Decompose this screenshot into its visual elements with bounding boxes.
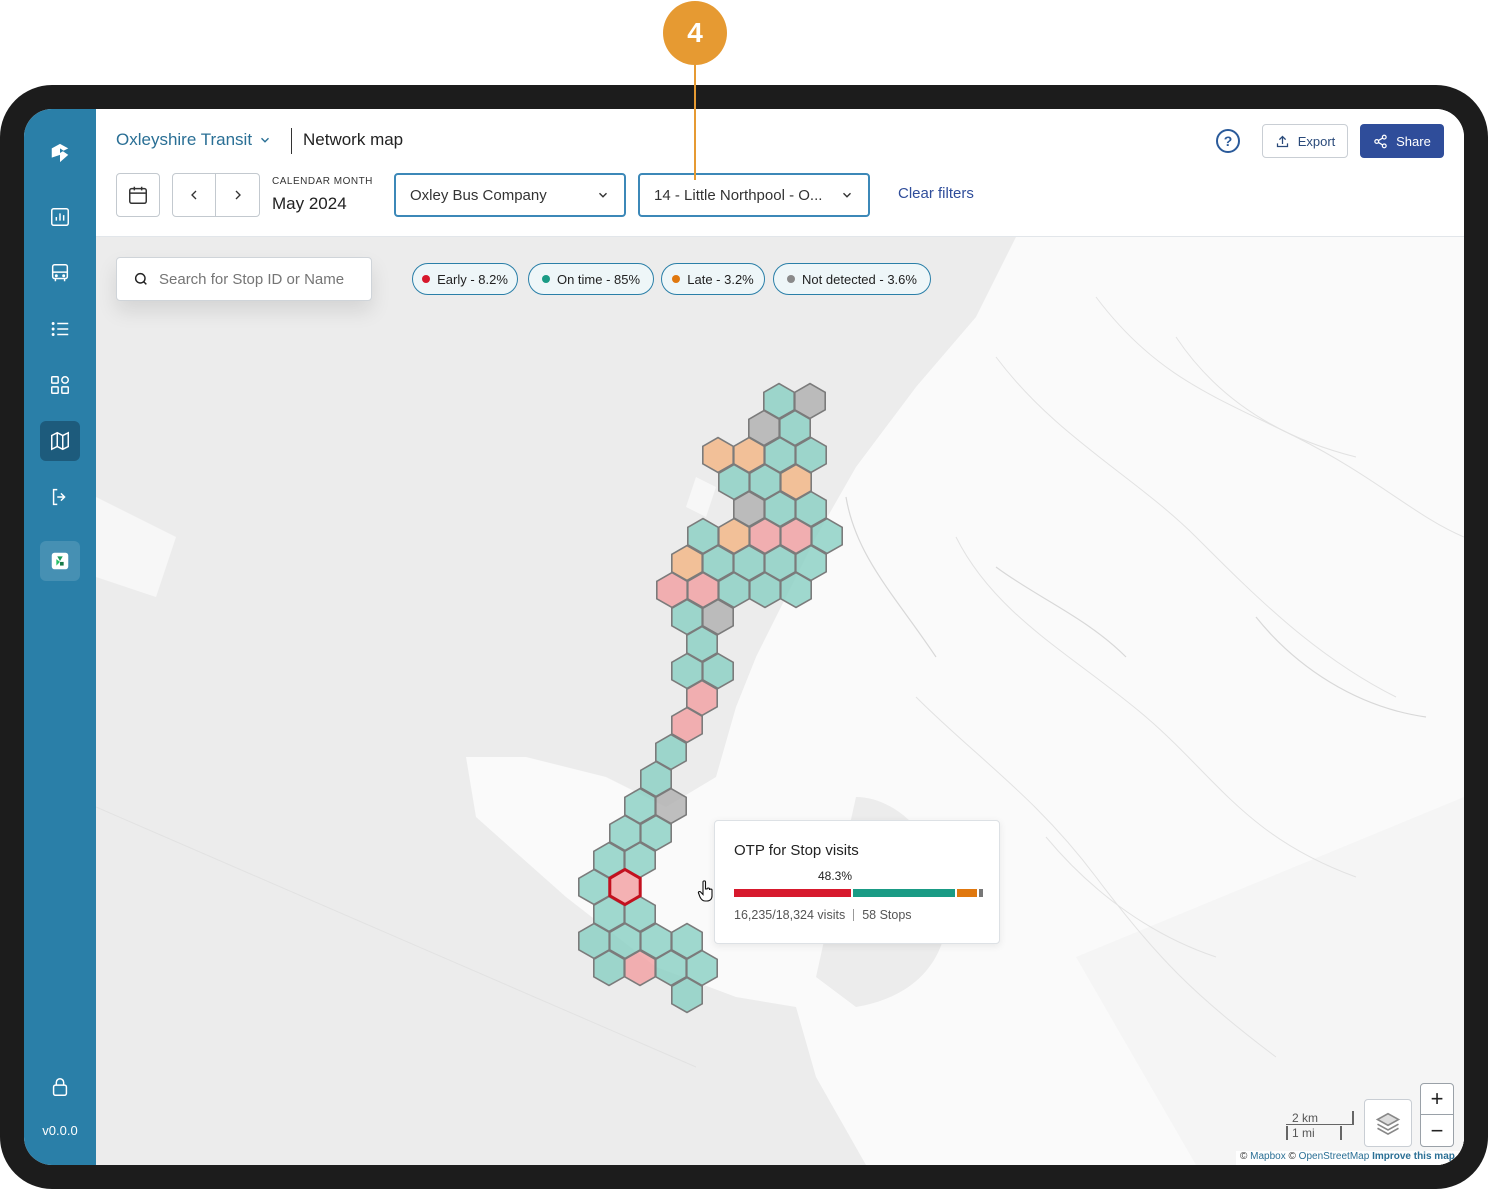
stop-hexagon-layer — [577, 382, 844, 1014]
map-icon[interactable] — [40, 421, 80, 461]
share-icon — [1374, 134, 1387, 148]
legend-late[interactable]: Late - 3.2% — [661, 263, 765, 295]
legend-on-time-label: On time - 85% — [556, 271, 641, 287]
stop-hexagon[interactable] — [592, 949, 626, 987]
prev-month-button[interactable] — [173, 174, 217, 216]
otp-bar-segment-early — [734, 889, 852, 897]
late-dot — [672, 275, 681, 283]
tooltip-summary: 16,235/18,324 visits 58 Stops — [734, 908, 912, 922]
zoom-in-button[interactable]: + — [1421, 1084, 1453, 1115]
month-nav — [172, 173, 260, 217]
share-label: Share — [1396, 133, 1431, 149]
calendar-button[interactable] — [116, 173, 160, 217]
page-title: Network map — [303, 130, 404, 149]
network-map[interactable]: Early - 8.2% On time - 85% Late - 3.2% N… — [96, 237, 1464, 1165]
bus-icon[interactable] — [40, 253, 80, 293]
operator-value: Oxley Bus Company — [410, 186, 547, 204]
map-scale: 2 km 1 mi — [1286, 1111, 1356, 1145]
calendar-month-value: May 2024 — [272, 194, 347, 213]
attrib-copyright: © — [1288, 1151, 1296, 1162]
clear-filters-link[interactable]: Clear filters — [898, 185, 974, 202]
legend-not-detected-label: Not detected - 3.6% — [802, 271, 917, 287]
summary-divider — [853, 909, 855, 921]
zoom-controls: + − — [1420, 1083, 1454, 1147]
header: Oxleyshire Transit Network map ? Export … — [96, 109, 1464, 237]
tooltip-title: OTP for Stop visits — [734, 842, 859, 859]
legend-not-detected[interactable]: Not detected - 3.6% — [773, 263, 931, 295]
zoom-out-button[interactable]: − — [1421, 1115, 1453, 1146]
otp-tooltip: OTP for Stop visits 48.3% 16,235/18,324 … — [714, 820, 1000, 944]
osm-link[interactable]: OpenStreetMap — [1299, 1151, 1370, 1162]
stop-search — [116, 257, 372, 301]
dashboard-icon[interactable] — [40, 197, 80, 237]
next-month-button[interactable] — [216, 174, 259, 216]
tooltip-percent: 48.3% — [818, 869, 853, 883]
improve-map-link[interactable]: Improve this map — [1372, 1151, 1455, 1162]
mapbox-link[interactable]: Mapbox — [1250, 1151, 1286, 1162]
tooltip-visits: 16,235/18,324 visits — [734, 908, 846, 922]
layers-button[interactable] — [1364, 1099, 1412, 1147]
otp-bar-segment-not-detected — [978, 889, 984, 897]
logo-icon[interactable] — [40, 133, 80, 173]
scale-mi: 1 mi — [1292, 1126, 1315, 1140]
org-selector[interactable]: Oxleyshire Transit — [116, 130, 272, 150]
on-time-dot — [541, 275, 550, 283]
chevron-right-icon — [235, 190, 241, 200]
search-icon — [134, 272, 147, 285]
otp-stacked-bar — [734, 889, 984, 897]
apps-icon[interactable] — [40, 365, 80, 405]
help-icon[interactable]: ? — [1216, 129, 1240, 153]
stop-hexagon[interactable] — [623, 949, 657, 987]
map-attribution: © Mapbox © OpenStreetMap Improve this ma… — [1236, 1151, 1464, 1165]
search-input[interactable] — [159, 270, 359, 288]
chevron-down-icon — [599, 192, 607, 198]
chevron-left-icon — [191, 190, 197, 200]
layers-icon — [1375, 1112, 1401, 1136]
attrib-copyright: © — [1240, 1151, 1248, 1162]
scale-km: 2 km — [1292, 1111, 1319, 1125]
upload-icon — [1276, 135, 1288, 147]
share-button[interactable]: Share — [1360, 124, 1444, 158]
calendar-month-label: CALENDAR MONTH — [272, 176, 373, 187]
step-callout-badge: 4 — [663, 1, 727, 65]
stop-hexagon[interactable] — [748, 571, 782, 609]
stop-hexagon[interactable] — [779, 571, 813, 609]
operator-dropdown[interactable]: Oxley Bus Company — [394, 173, 626, 217]
lock-icon[interactable] — [40, 1067, 80, 1107]
step-number: 4 — [687, 17, 703, 48]
legend-on-time[interactable]: On time - 85% — [528, 263, 654, 295]
export-label: Export — [1297, 133, 1336, 149]
early-dot — [422, 275, 431, 283]
version-label: v0.0.0 — [42, 1123, 78, 1138]
app-screen: v0.0.0 Oxleyshire Transit Network map ? … — [24, 109, 1464, 1165]
callout-line — [694, 64, 696, 180]
stop-hexagon[interactable] — [670, 976, 704, 1014]
device-frame: v0.0.0 Oxleyshire Transit Network map ? … — [0, 85, 1488, 1189]
org-name: Oxleyshire Transit — [116, 130, 253, 149]
list-icon[interactable] — [40, 309, 80, 349]
logout-icon[interactable] — [40, 477, 80, 517]
title-separator — [291, 128, 292, 154]
sidebar: v0.0.0 — [24, 109, 96, 1165]
export-button[interactable]: Export — [1262, 124, 1348, 158]
app-icon[interactable] — [40, 541, 80, 581]
calendar-icon — [129, 186, 147, 204]
not-detected-dot — [787, 275, 796, 283]
tooltip-stops: 58 Stops — [862, 908, 912, 922]
legend-early[interactable]: Early - 8.2% — [412, 263, 518, 295]
chevron-down-icon — [261, 137, 270, 143]
otp-bar-segment-late — [957, 889, 977, 897]
chevron-down-icon — [843, 192, 851, 198]
route-value: 14 - Little Northpool - O... — [654, 186, 823, 204]
otp-bar-segment-on-time — [853, 889, 956, 897]
route-dropdown[interactable]: 14 - Little Northpool - O... — [638, 173, 870, 217]
hand-cursor-icon — [697, 880, 713, 902]
legend-early-label: Early - 8.2% — [437, 271, 508, 287]
legend-late-label: Late - 3.2% — [687, 271, 754, 287]
